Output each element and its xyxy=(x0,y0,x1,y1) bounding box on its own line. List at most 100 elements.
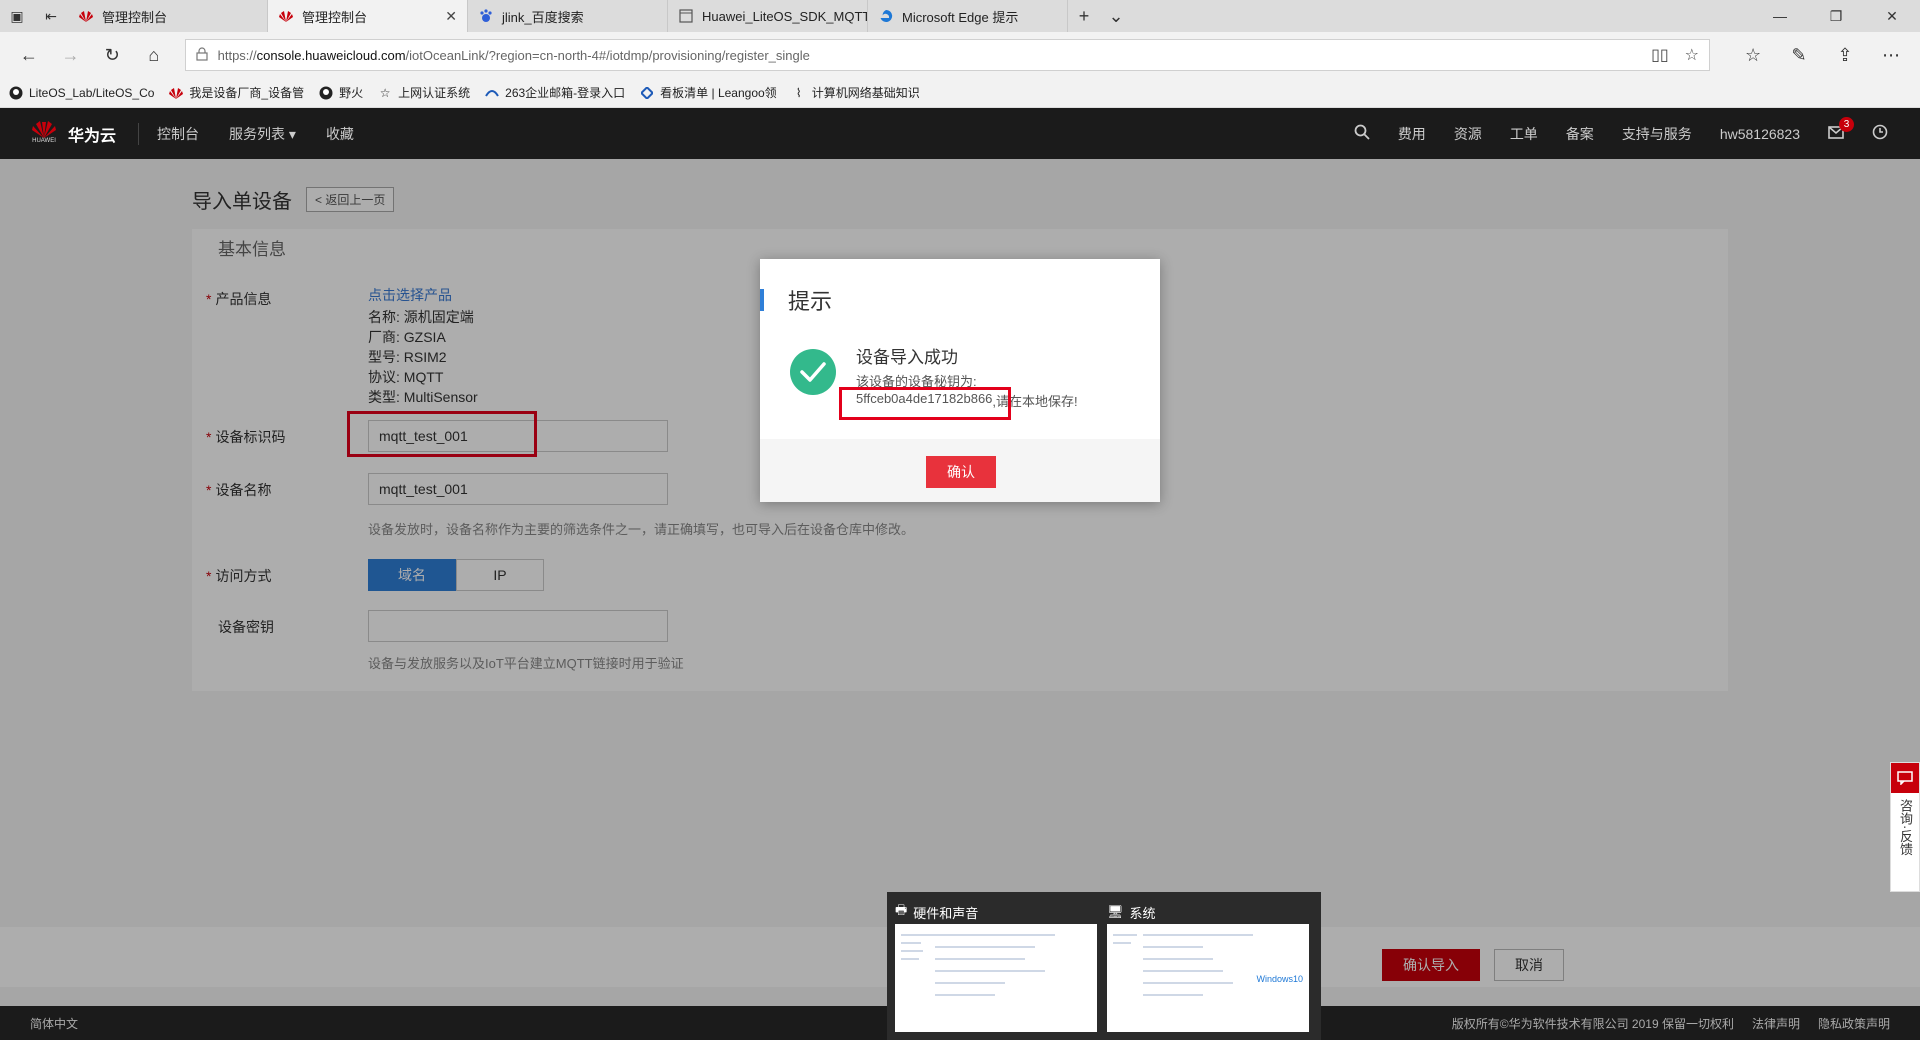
close-window-icon[interactable]: ✕ xyxy=(1864,0,1920,32)
huawei-logo-icon: HUAWEI xyxy=(30,120,58,148)
favorite-item[interactable]: 我是设备厂商_设备管 xyxy=(168,84,304,101)
search-icon[interactable] xyxy=(1354,124,1370,143)
privacy-link[interactable]: 隐私政策声明 xyxy=(1818,1015,1890,1032)
github-icon xyxy=(318,85,334,101)
window-controls: — ❐ ✕ xyxy=(1752,0,1920,32)
browser-tab-label: 管理控制台 xyxy=(302,9,368,25)
browser-tab-2[interactable]: 管理控制台 ✕ xyxy=(268,0,468,32)
url-actions: ▯▯ ☆ xyxy=(1651,45,1699,65)
browser-tab-label: jlink_百度搜索 xyxy=(502,9,584,25)
header-right: 费用 资源 工单 备案 支持与服务 hw58126823 3 xyxy=(1354,116,1920,144)
favorite-star-icon[interactable]: ☆ xyxy=(1685,45,1699,65)
reading-view-icon[interactable]: ▯▯ xyxy=(1651,45,1669,65)
dialog-heading: 设备导入成功 xyxy=(856,348,958,367)
language-switch[interactable]: 简体中文 xyxy=(30,1015,78,1032)
header-link[interactable]: 支持与服务 xyxy=(1622,124,1692,144)
message-icon[interactable]: 3 xyxy=(1828,116,1854,142)
back-arrow-icon[interactable]: ← xyxy=(8,37,50,73)
favorite-item[interactable]: 263企业邮箱-登录入口 xyxy=(484,84,625,101)
chat-icon xyxy=(1891,763,1919,793)
huawei-favicon-icon xyxy=(168,85,184,101)
brand[interactable]: HUAWEI 华为云 xyxy=(0,120,140,148)
header-menu: 控制台 服务列表 ▾ 收藏 xyxy=(139,124,354,144)
preview-image xyxy=(895,924,1097,1032)
edge-favicon-icon xyxy=(878,8,894,24)
browser-tab-label: Huawei_LiteOS_SDK_MQTT_ xyxy=(702,8,868,24)
preview-system[interactable]: 🖥 系统 Windows10 xyxy=(1107,900,1309,1032)
success-dialog: 提示 设备导入成功 该设备的设备秘钥为: 5ffceb0a4de17182b86… xyxy=(760,259,1160,502)
huawei-favicon-icon xyxy=(278,8,294,24)
monitor-icon: 🖥 xyxy=(1107,904,1124,919)
favorites-hub-icon[interactable]: ☆ xyxy=(1732,37,1774,73)
consult-label: 咨询·反馈 xyxy=(1898,799,1913,856)
browser-tab-label: 管理控制台 xyxy=(102,9,168,25)
browser-tab-3[interactable]: jlink_百度搜索 xyxy=(468,0,668,32)
header-link[interactable]: 备案 xyxy=(1566,124,1594,144)
url-text: https://console.huaweicloud.com/iotOcean… xyxy=(217,47,810,63)
favorites-bar: LiteOS_Lab/LiteOS_Co 我是设备厂商_设备管 野火 ☆ 上网认证… xyxy=(0,78,1920,108)
pen-icon[interactable]: ✎ xyxy=(1778,37,1820,73)
dialog-confirm-button[interactable]: 确认 xyxy=(926,456,996,488)
refresh-icon[interactable]: ↻ xyxy=(91,37,133,73)
github-icon xyxy=(8,85,24,101)
browser-toolbar-right: ☆ ✎ ⇪ ⋯ xyxy=(1732,37,1912,73)
header-menu-item[interactable]: 控制台 xyxy=(157,124,199,144)
favorite-item[interactable]: ☆ 上网认证系统 xyxy=(377,84,470,101)
document-favicon-icon xyxy=(678,8,694,24)
clock-icon[interactable] xyxy=(1872,124,1888,143)
new-tab-icon[interactable]: + xyxy=(1068,0,1100,32)
windows-os-label: Windows10 xyxy=(1256,974,1303,984)
more-options-icon[interactable]: ⋯ xyxy=(1870,37,1912,73)
restore-icon[interactable]: ❐ xyxy=(1808,0,1864,32)
huawei-favicon-icon xyxy=(78,8,94,24)
username[interactable]: hw58126823 xyxy=(1720,126,1800,142)
brand-name: 华为云 xyxy=(68,127,117,145)
browser-tab-4[interactable]: Huawei_LiteOS_SDK_MQTT_ xyxy=(668,0,868,32)
leangoo-icon xyxy=(639,85,655,101)
check-circle-icon xyxy=(790,349,836,395)
mail-logo-icon xyxy=(484,85,500,101)
browser-tab-label: Microsoft Edge 提示 xyxy=(902,9,1019,25)
message-count-badge: 3 xyxy=(1839,116,1854,132)
printer-icon: 🖶 xyxy=(895,902,908,917)
legal-link[interactable]: 法律声明 xyxy=(1752,1015,1800,1032)
lock-icon xyxy=(196,46,208,64)
star-outline-icon: ☆ xyxy=(379,85,391,100)
console-header: HUAWEI 华为云 控制台 服务列表 ▾ 收藏 费用 资源 工单 备案 支持与… xyxy=(0,108,1920,159)
footer-links: 版权所有©华为软件技术有限公司 2019 保留一切权利 法律声明 隐私政策声明 xyxy=(1452,1015,1890,1032)
share-icon[interactable]: ⇪ xyxy=(1824,37,1866,73)
header-link[interactable]: 工单 xyxy=(1510,124,1538,144)
link-icon: ⌇ xyxy=(795,85,802,100)
baidu-favicon-icon xyxy=(478,8,494,24)
dialog-title: 提示 xyxy=(760,285,832,315)
secret-key-highlight-box xyxy=(839,387,1011,420)
set-aside-tabs-icon[interactable]: ⇤ xyxy=(34,0,68,32)
forward-arrow-icon[interactable]: → xyxy=(50,37,92,73)
header-menu-item[interactable]: 服务列表 ▾ xyxy=(229,124,296,144)
favorite-item[interactable]: LiteOS_Lab/LiteOS_Co xyxy=(8,85,154,101)
close-tab-icon[interactable]: ✕ xyxy=(445,8,457,25)
copyright-text: 版权所有©华为软件技术有限公司 2019 保留一切权利 xyxy=(1451,1016,1734,1031)
consult-feedback-tab[interactable]: 咨询·反馈 xyxy=(1890,762,1920,892)
favorite-item[interactable]: 野火 xyxy=(318,84,363,101)
minimize-icon[interactable]: — xyxy=(1752,0,1808,32)
preview-title: 🖶 硬件和声音 xyxy=(895,900,1097,924)
home-icon[interactable]: ⌂ xyxy=(133,37,175,73)
favorite-item[interactable]: ⌇ 计算机网络基础知识 xyxy=(791,84,920,101)
preview-hardware-sound[interactable]: 🖶 硬件和声音 xyxy=(895,900,1097,1032)
address-bar[interactable]: https://console.huaweicloud.com/iotOcean… xyxy=(184,39,1711,71)
favorite-item[interactable]: 看板清单 | Leangoo领 xyxy=(639,84,777,101)
header-menu-item[interactable]: 收藏 xyxy=(326,124,354,144)
tab-overview-icon[interactable]: ▣ xyxy=(0,0,34,32)
browser-navigation-bar: ← → ↻ ⌂ https://console.huaweicloud.com/… xyxy=(0,32,1920,78)
header-link[interactable]: 资源 xyxy=(1454,124,1482,144)
browser-tab-5[interactable]: Microsoft Edge 提示 xyxy=(868,0,1068,32)
header-link[interactable]: 费用 xyxy=(1398,124,1426,144)
browser-tab-strip: ▣ ⇤ 管理控制台 管理控制台 ✕ jlink_百度搜索 Huawei_Lite… xyxy=(0,0,1920,32)
chevron-down-icon[interactable]: ⌄ xyxy=(1100,0,1132,32)
preview-image: Windows10 xyxy=(1107,924,1309,1032)
title-accent-bar xyxy=(760,289,764,311)
browser-tab-1[interactable]: 管理控制台 xyxy=(68,0,268,32)
taskbar-preview: 🖶 硬件和声音 🖥 系统 Windows10 xyxy=(887,892,1321,1040)
preview-title: 🖥 系统 xyxy=(1107,904,1156,921)
